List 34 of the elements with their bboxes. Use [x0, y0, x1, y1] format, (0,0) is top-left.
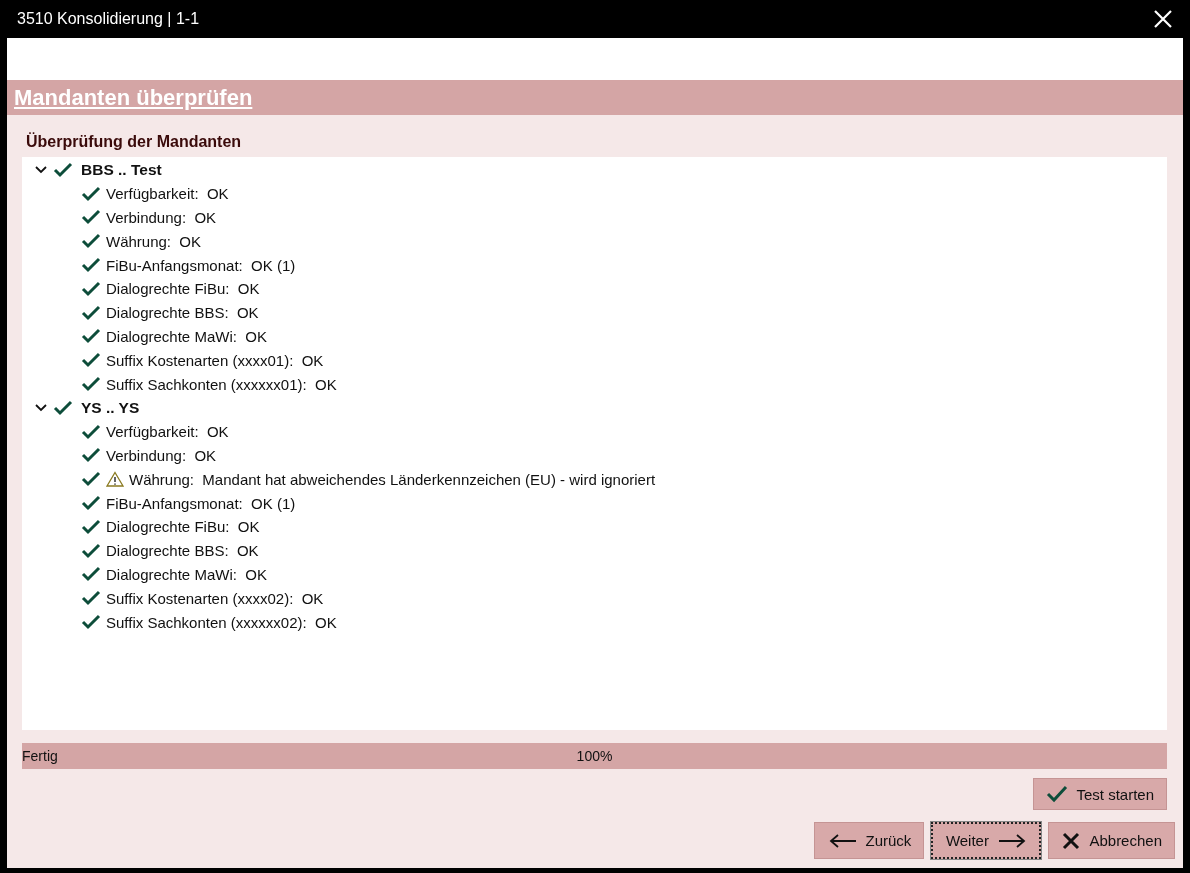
tree-item[interactable]: Dialogrechte BBS: OK: [106, 304, 259, 322]
progress-status: Fertig: [22, 748, 58, 764]
tree-item[interactable]: FiBu-Anfangsmonat: OK (1): [106, 494, 296, 512]
tree-item[interactable]: Dialogrechte BBS: OK: [106, 542, 259, 560]
tree-item[interactable]: Suffix Kostenarten (xxxx02): OK: [106, 589, 324, 607]
section-title: Überprüfung der Mandanten: [26, 133, 243, 151]
progress-percent: 100%: [576, 748, 613, 764]
tree-item[interactable]: Verfügbarkeit: OK: [106, 423, 229, 441]
tree-item[interactable]: FiBu-Anfangsmonat: OK (1): [106, 256, 296, 274]
arrow-right-icon: [996, 832, 1027, 849]
tree-item[interactable]: Suffix Kostenarten (xxxx01): OK: [106, 351, 324, 369]
page-title: Mandanten überprüfen: [14, 84, 253, 111]
tree-item[interactable]: Währung: Mandant hat abweichendes Länderkennzeichen (EU) - wird ignoriert: [129, 470, 656, 488]
tree-node[interactable]: YS .. YS: [81, 398, 140, 417]
tree-node[interactable]: BBS .. Test: [81, 160, 162, 179]
test-start-button[interactable]: Test starten: [1033, 778, 1167, 810]
tree-item[interactable]: Dialogrechte FiBu: OK: [106, 280, 260, 298]
check-icon: [1046, 785, 1069, 803]
close-icon: [1061, 830, 1082, 851]
tree-item[interactable]: Währung: OK: [106, 232, 202, 250]
tree-item[interactable]: Verbindung: OK: [106, 209, 217, 226]
tree-item[interactable]: Dialogrechte MaWi: OK: [106, 565, 267, 583]
tree-item[interactable]: Dialogrechte FiBu: OK: [106, 518, 260, 536]
cancel-button[interactable]: Abbrechen: [1048, 822, 1175, 859]
next-button[interactable]: Weiter: [931, 822, 1042, 859]
tree-item[interactable]: Dialogrechte MaWi: OK: [106, 327, 267, 345]
tree-item[interactable]: Suffix Sachkonten (xxxxxx01): OK: [106, 375, 337, 393]
close-icon[interactable]: [1153, 9, 1173, 29]
tree-item[interactable]: Verbindung: OK: [106, 446, 217, 464]
tree-item[interactable]: Suffix Sachkonten (xxxxxx02): OK: [106, 613, 337, 631]
arrow-left-icon: [827, 832, 858, 849]
back-button[interactable]: Zurück: [814, 822, 925, 859]
tree-item[interactable]: Verfügbarkeit: OK: [106, 185, 229, 203]
window-title: 3510 Konsolidierung | 1-1: [17, 10, 200, 28]
